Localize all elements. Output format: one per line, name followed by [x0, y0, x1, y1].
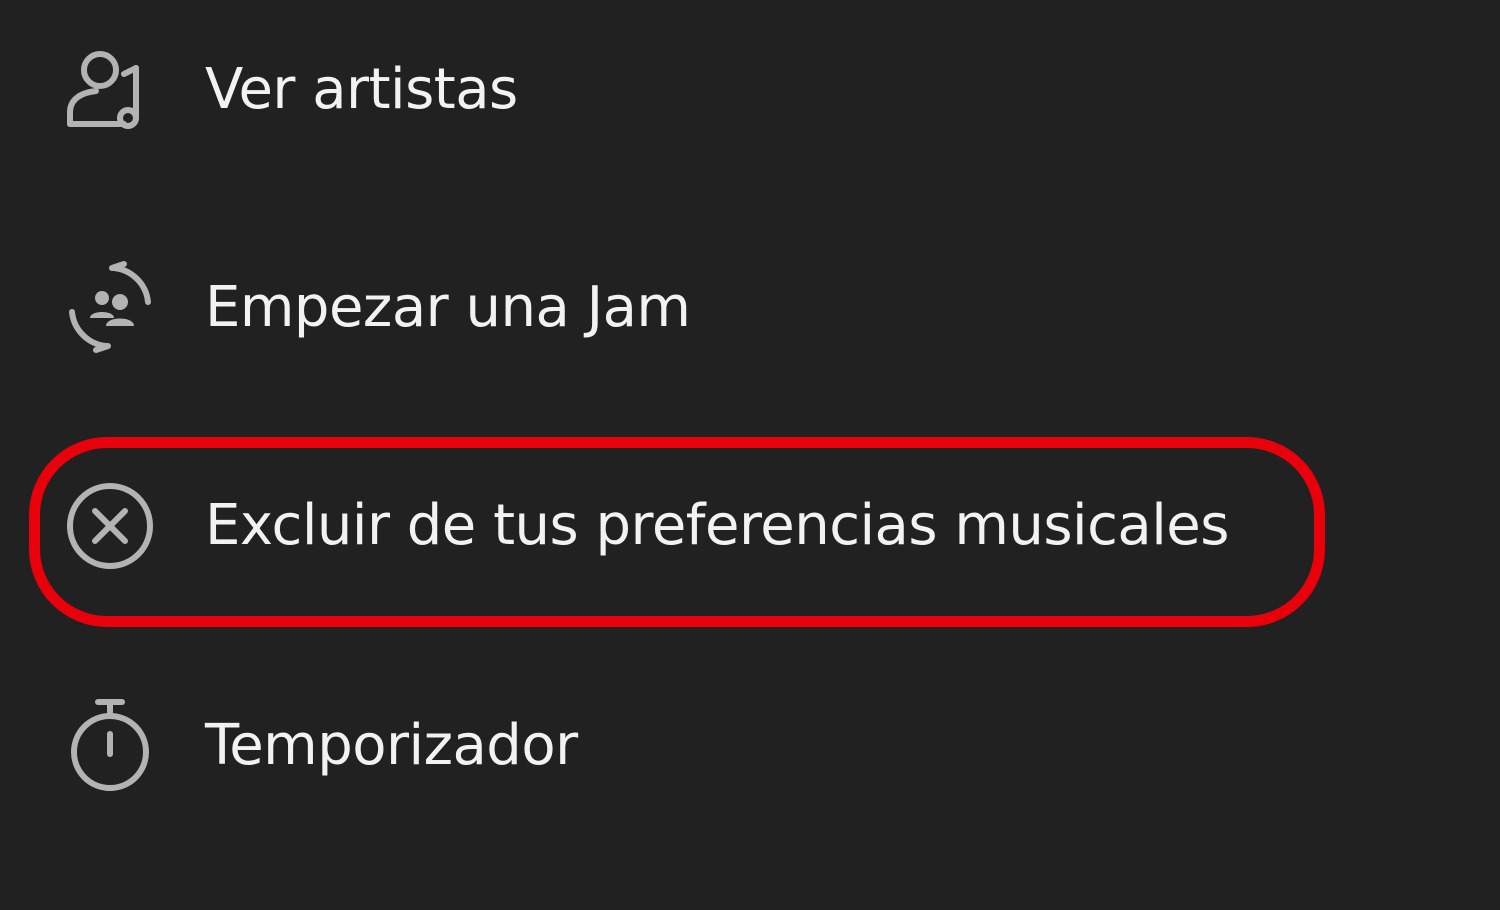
menu-item-label: Temporizador — [205, 713, 578, 778]
context-menu: Ver artistas Empezar una Jam Excluir de … — [0, 0, 1500, 910]
menu-item-label: Excluir de tus preferencias musicales — [205, 493, 1229, 558]
timer-icon — [62, 698, 158, 794]
menu-item-temporizador[interactable]: Temporizador — [0, 666, 1500, 826]
close-circle-icon — [62, 478, 158, 574]
menu-item-label: Empezar una Jam — [205, 275, 691, 340]
menu-item-empezar-jam[interactable]: Empezar una Jam — [0, 228, 1500, 388]
jam-icon — [62, 260, 158, 356]
menu-item-excluir-preferencias[interactable]: Excluir de tus preferencias musicales — [0, 446, 1500, 606]
menu-item-ver-artistas[interactable]: Ver artistas — [0, 10, 1500, 170]
menu-item-label: Ver artistas — [205, 57, 518, 122]
artist-icon — [62, 42, 158, 138]
